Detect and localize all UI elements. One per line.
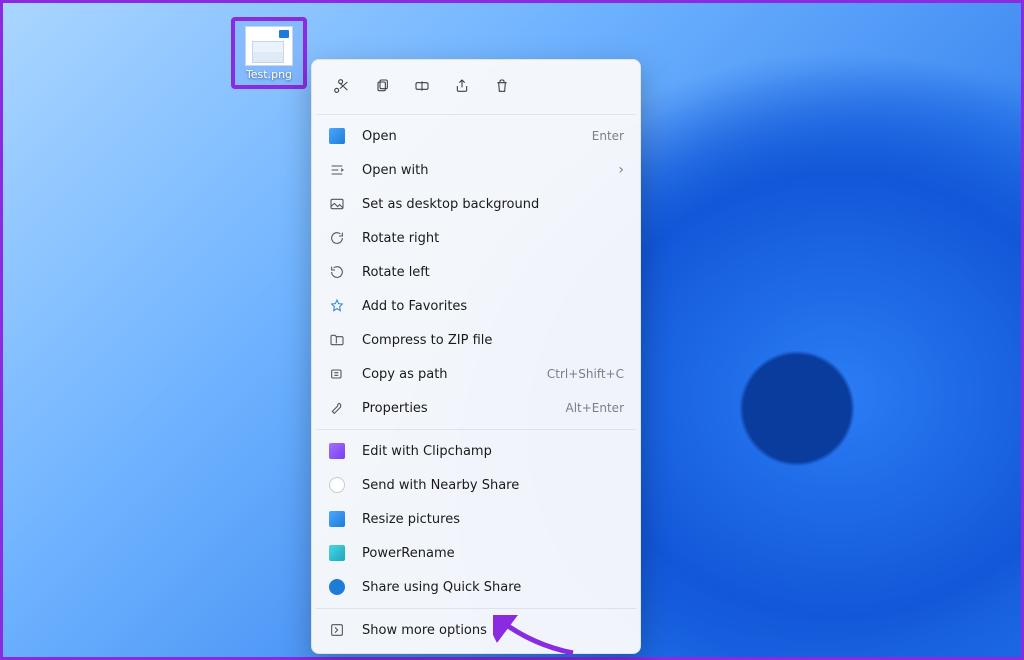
share-button[interactable] (444, 70, 480, 102)
rotate-right-icon (328, 229, 346, 247)
open-with-icon (328, 161, 346, 179)
menu-label: PowerRename (362, 546, 624, 561)
menu-item-copy-as-path[interactable]: Copy as path Ctrl+Shift+C (312, 357, 640, 391)
context-menu: Open Enter Open with › Set as desktop ba… (311, 59, 641, 654)
zip-folder-icon (328, 331, 346, 349)
menu-item-resize-pictures[interactable]: Resize pictures (312, 502, 640, 536)
more-options-icon (328, 621, 346, 639)
context-menu-toolbar (312, 66, 640, 110)
menu-label: Rotate right (362, 231, 624, 246)
menu-label: Open with (362, 163, 610, 178)
copy-icon (374, 78, 390, 94)
menu-label: Edit with Clipchamp (362, 444, 624, 459)
rename-icon (414, 78, 430, 94)
menu-label: Copy as path (362, 367, 547, 382)
menu-label: Properties (362, 401, 565, 416)
file-item-test-png[interactable]: Test.png (231, 17, 307, 89)
photos-app-icon (328, 127, 346, 145)
menu-item-show-more-options[interactable]: Show more options (312, 613, 640, 647)
powerrename-icon (328, 544, 346, 562)
menu-item-open-with[interactable]: Open with › (312, 153, 640, 187)
menu-label: Add to Favorites (362, 299, 624, 314)
menu-item-open[interactable]: Open Enter (312, 119, 640, 153)
copy-button[interactable] (364, 70, 400, 102)
quick-share-icon (328, 578, 346, 596)
menu-label: Send with Nearby Share (362, 478, 624, 493)
menu-label: Show more options (362, 623, 624, 638)
clipchamp-icon (328, 442, 346, 460)
desktop[interactable]: Test.png Open Enter (0, 0, 1024, 660)
file-label: Test.png (246, 68, 292, 81)
star-icon (328, 297, 346, 315)
image-thumbnail-icon (245, 26, 293, 66)
separator (316, 114, 636, 115)
copy-path-icon (328, 365, 346, 383)
picture-icon (328, 195, 346, 213)
menu-accelerator: Alt+Enter (565, 401, 624, 415)
nearby-share-icon (328, 476, 346, 494)
menu-label: Open (362, 129, 592, 144)
menu-item-rotate-right[interactable]: Rotate right (312, 221, 640, 255)
menu-label: Resize pictures (362, 512, 624, 527)
menu-item-add-to-favorites[interactable]: Add to Favorites (312, 289, 640, 323)
menu-label: Share using Quick Share (362, 580, 624, 595)
menu-accelerator: Ctrl+Shift+C (547, 367, 624, 381)
trash-icon (494, 78, 510, 94)
wrench-icon (328, 399, 346, 417)
menu-label: Rotate left (362, 265, 624, 280)
separator (316, 429, 636, 430)
share-icon (454, 78, 470, 94)
rotate-left-icon (328, 263, 346, 281)
menu-item-set-desktop-background[interactable]: Set as desktop background (312, 187, 640, 221)
cut-button[interactable] (324, 70, 360, 102)
menu-item-compress-zip[interactable]: Compress to ZIP file (312, 323, 640, 357)
menu-label: Set as desktop background (362, 197, 624, 212)
menu-item-share-quick-share[interactable]: Share using Quick Share (312, 570, 640, 604)
menu-item-rotate-left[interactable]: Rotate left (312, 255, 640, 289)
menu-accelerator: Enter (592, 129, 624, 143)
menu-item-powerrename[interactable]: PowerRename (312, 536, 640, 570)
menu-item-send-nearby-share[interactable]: Send with Nearby Share (312, 468, 640, 502)
chevron-right-icon: › (618, 162, 624, 178)
delete-button[interactable] (484, 70, 520, 102)
rename-button[interactable] (404, 70, 440, 102)
menu-item-properties[interactable]: Properties Alt+Enter (312, 391, 640, 425)
resize-icon (328, 510, 346, 528)
menu-item-edit-clipchamp[interactable]: Edit with Clipchamp (312, 434, 640, 468)
scissors-icon (334, 78, 350, 94)
menu-label: Compress to ZIP file (362, 333, 624, 348)
separator (316, 608, 636, 609)
